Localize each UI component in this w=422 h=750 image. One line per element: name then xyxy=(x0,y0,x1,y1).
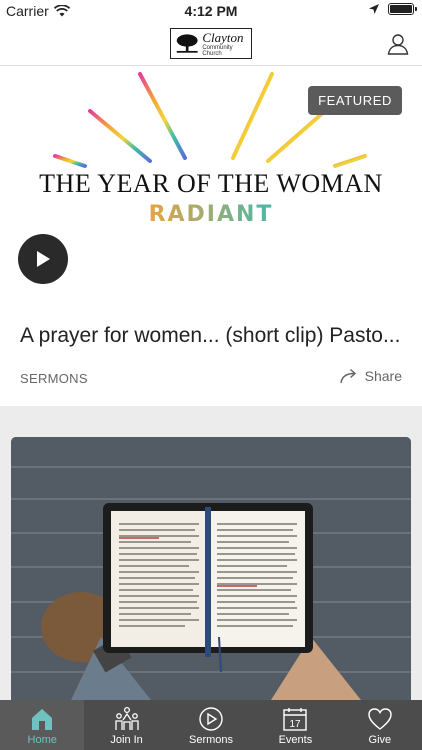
heart-icon xyxy=(368,708,392,730)
play-button[interactable] xyxy=(18,234,68,284)
home-icon xyxy=(32,709,53,730)
tab-give-label: Give xyxy=(368,734,392,746)
location-arrow-icon xyxy=(369,4,379,14)
tab-join-in-label: Join In xyxy=(110,734,143,746)
tab-sermons[interactable]: Sermons xyxy=(169,700,253,750)
tab-bar: Home Join In Sermons 17 Events Give xyxy=(0,700,422,750)
tab-events[interactable]: 17 Events xyxy=(253,700,337,750)
tab-join-in[interactable]: Join In xyxy=(84,700,168,750)
share-arrow-icon xyxy=(339,368,356,384)
logo-subtitle: Community Church xyxy=(202,44,233,57)
calendar-day: 17 xyxy=(290,719,302,730)
nav-bar: Clayton Community Church xyxy=(0,22,422,66)
people-icon xyxy=(114,706,139,730)
play-circle-icon xyxy=(199,707,223,731)
tab-home[interactable]: Home xyxy=(0,700,85,750)
featured-card[interactable]: THE YEAR OF THE WOMAN RADIANT FEATURED A… xyxy=(0,66,422,406)
featured-title[interactable]: A prayer for women... (short clip) Pasto… xyxy=(20,324,410,348)
featured-hero-image[interactable]: THE YEAR OF THE WOMAN RADIANT FEATURED xyxy=(0,66,422,236)
tab-events-label: Events xyxy=(278,734,313,746)
logo-title: Clayton xyxy=(202,29,244,45)
featured-badge: FEATURED xyxy=(308,86,402,115)
status-time: 4:12 PM xyxy=(184,3,238,19)
bible-photo xyxy=(11,437,411,700)
featured-category: SERMONS xyxy=(20,371,88,386)
church-logo[interactable]: Clayton Community Church xyxy=(170,28,252,59)
hero-subtitle: RADIANT xyxy=(0,202,422,227)
hero-title: THE YEAR OF THE WOMAN xyxy=(39,169,383,198)
person-icon[interactable] xyxy=(386,32,410,56)
play-icon xyxy=(37,251,50,267)
calendar-icon: 17 xyxy=(283,708,308,731)
tab-sermons-label: Sermons xyxy=(189,734,234,746)
share-button[interactable]: Share xyxy=(339,368,402,384)
tab-give[interactable]: Give xyxy=(338,700,422,750)
battery-icon xyxy=(388,3,417,15)
status-right xyxy=(368,3,417,15)
content-card[interactable] xyxy=(11,437,411,700)
tree-logo-icon xyxy=(176,33,198,53)
status-bar: Carrier 4:12 PM xyxy=(0,0,422,22)
tab-home-label: Home xyxy=(27,734,57,746)
share-label: Share xyxy=(364,368,402,384)
